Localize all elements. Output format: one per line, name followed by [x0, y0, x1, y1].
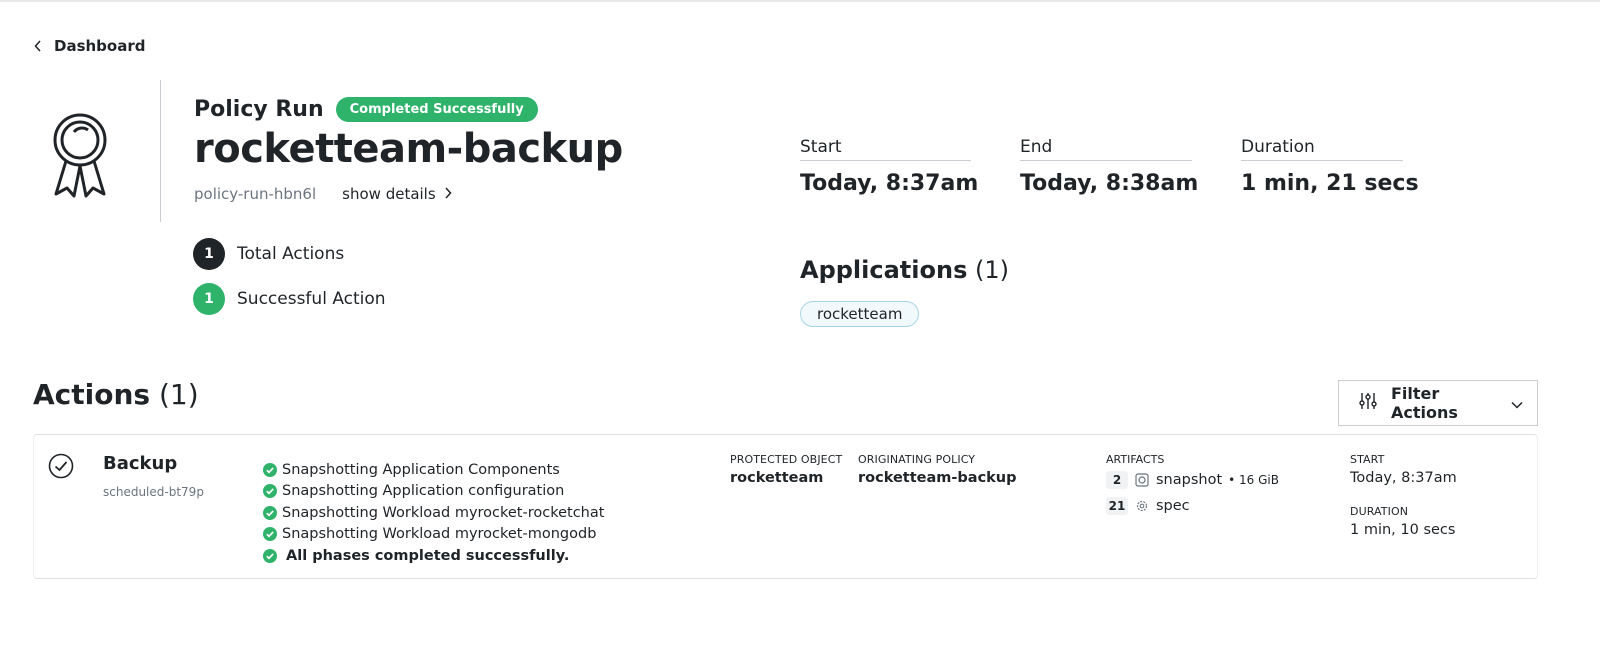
action-type: Backup — [103, 453, 178, 474]
header-divider — [160, 80, 161, 222]
action-row[interactable]: Backup scheduled-bt79p Snapshotting Appl… — [33, 434, 1538, 579]
run-subtitle: policy-run-hbn6l show details — [194, 185, 452, 203]
artifacts: ARTIFACTS 2 snapshot • 16 GiB 21 spec — [1106, 453, 1279, 518]
chevron-left-icon — [34, 37, 46, 55]
start-value: Today, 8:37am — [800, 171, 979, 196]
phase-label: Snapshotting Workload myrocket-rocketcha… — [282, 504, 605, 521]
duration-stat: Duration 1 min, 21 secs — [1241, 137, 1419, 196]
check-circle-icon — [48, 453, 74, 479]
success-check-icon — [263, 462, 277, 477]
status-badge: Completed Successfully — [335, 97, 538, 122]
count-label: Total Actions — [237, 244, 345, 264]
end-value: Today, 8:38am — [1020, 171, 1199, 196]
filter-actions-label: Filter Actions — [1391, 384, 1458, 422]
artifacts-label: ARTIFACTS — [1106, 453, 1165, 466]
action-duration-value: 1 min, 10 secs — [1350, 522, 1456, 538]
action-start: START Today, 8:37am — [1350, 453, 1457, 486]
actions-heading: Actions (1) — [33, 378, 199, 411]
success-check-icon — [263, 527, 277, 542]
phase-label: All phases completed successfully. — [286, 547, 570, 564]
artifact-size: • 16 GiB — [1228, 473, 1279, 487]
success-check-icon — [263, 505, 277, 520]
end-label: End — [1020, 137, 1192, 161]
application-chip[interactable]: rocketteam — [800, 301, 920, 327]
protected-object-value[interactable]: rocketteam — [730, 470, 842, 486]
artifact-item[interactable]: 2 snapshot • 16 GiB — [1106, 468, 1279, 492]
total-actions-count: 1 Total Actions — [193, 238, 386, 270]
successful-actions-count: 1 Successful Action — [193, 283, 386, 315]
phase-list: Snapshotting Application Components Snap… — [263, 459, 604, 567]
success-check-icon — [263, 484, 277, 499]
artifact-item[interactable]: 21 spec — [1106, 494, 1279, 518]
breadcrumb-label: Dashboard — [54, 37, 146, 55]
show-details-button[interactable]: show details — [342, 185, 452, 203]
protected-object-label: PROTECTED OBJECT — [730, 453, 843, 466]
run-kind: Policy Run — [194, 97, 324, 122]
page-title: rocketteam-backup — [194, 126, 623, 172]
count-label: Successful Action — [237, 289, 386, 309]
show-details-label: show details — [342, 185, 436, 203]
top-border — [0, 0, 1600, 2]
originating-policy-label: ORIGINATING POLICY — [858, 453, 976, 466]
action-duration-label: DURATION — [1350, 505, 1409, 518]
protected-object: PROTECTED OBJECT rocketteam — [730, 453, 842, 486]
gear-icon — [1134, 498, 1150, 514]
chevron-down-icon — [1511, 394, 1523, 413]
duration-value: 1 min, 21 secs — [1241, 171, 1419, 196]
originating-policy: ORIGINATING POLICY rocketteam-backup — [858, 453, 1017, 486]
applications-heading: Applications (1) — [800, 256, 1009, 284]
phase-label: Snapshotting Application configuration — [282, 483, 565, 500]
artifact-name: snapshot — [1156, 472, 1223, 488]
artifact-name: spec — [1156, 498, 1190, 514]
duration-label: Duration — [1241, 137, 1403, 161]
phase-item-final: All phases completed successfully. — [263, 545, 604, 567]
sliders-icon — [1359, 392, 1377, 414]
originating-policy-value[interactable]: rocketteam-backup — [858, 470, 1017, 486]
award-ribbon-icon — [52, 110, 108, 200]
run-header: Policy Run Completed Successfully — [194, 97, 538, 122]
action-start-value: Today, 8:37am — [1350, 470, 1457, 486]
applications-count: (1) — [975, 256, 1010, 284]
count-badge: 1 — [193, 283, 225, 315]
phase-item: Snapshotting Workload myrocket-rocketcha… — [263, 502, 604, 524]
snapshot-icon — [1134, 472, 1150, 488]
actions-count: (1) — [159, 378, 199, 411]
start-label: Start — [800, 137, 971, 161]
phase-item: Snapshotting Workload myrocket-mongodb — [263, 524, 604, 546]
phase-item: Snapshotting Application Components — [263, 459, 604, 481]
breadcrumb-dashboard[interactable]: Dashboard — [34, 37, 145, 55]
chevron-right-icon — [444, 185, 452, 203]
action-counts: 1 Total Actions 1 Successful Action — [193, 238, 386, 328]
action-start-label: START — [1350, 453, 1385, 466]
artifact-count: 21 — [1106, 497, 1128, 515]
count-badge: 1 — [193, 238, 225, 270]
actions-title: Actions — [33, 378, 151, 411]
success-check-icon — [263, 548, 277, 563]
action-id: scheduled-bt79p — [103, 485, 204, 499]
applications-title: Applications — [800, 256, 968, 284]
start-stat: Start Today, 8:37am — [800, 137, 979, 196]
action-duration: DURATION 1 min, 10 secs — [1350, 505, 1455, 538]
filter-actions-button[interactable]: Filter Actions — [1338, 380, 1538, 426]
phase-label: Snapshotting Application Components — [282, 461, 560, 478]
run-id: policy-run-hbn6l — [194, 185, 317, 203]
artifact-count: 2 — [1106, 471, 1128, 489]
phase-item: Snapshotting Application configuration — [263, 481, 604, 503]
end-stat: End Today, 8:38am — [1020, 137, 1199, 196]
phase-label: Snapshotting Workload myrocket-mongodb — [282, 526, 597, 543]
